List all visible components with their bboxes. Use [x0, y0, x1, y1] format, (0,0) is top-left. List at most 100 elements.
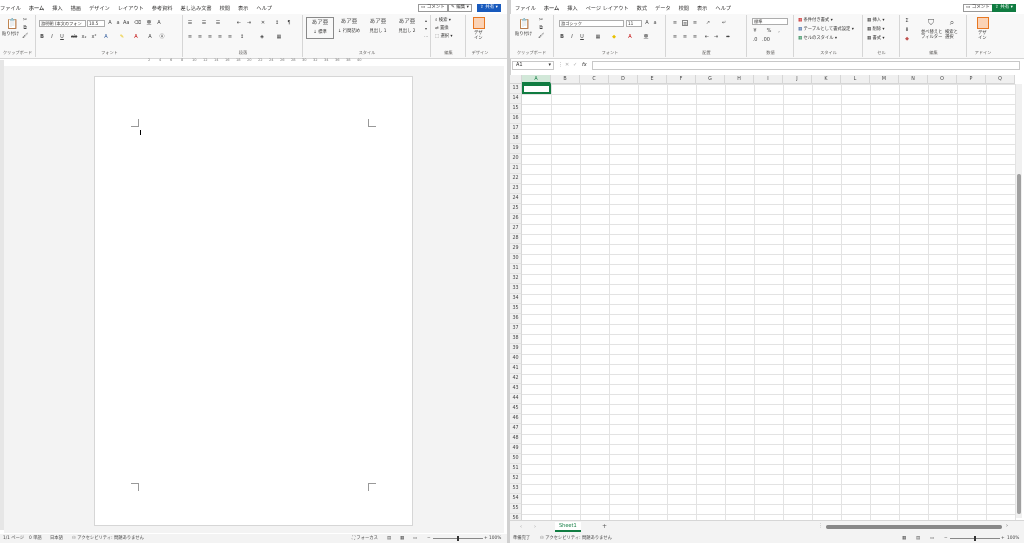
zoom-level[interactable]: 100%	[1007, 534, 1019, 543]
designer-button[interactable]: デザ イン	[474, 31, 483, 41]
align-left-icon[interactable]: ≡	[672, 34, 678, 40]
horizontal-scroll-thumb[interactable]	[826, 525, 1002, 529]
format-painter-icon[interactable]: 🖌	[538, 33, 544, 39]
subscript-icon[interactable]: x₂	[81, 34, 87, 40]
web-layout-icon[interactable]: ▭	[413, 534, 417, 543]
row-header[interactable]: 27	[510, 224, 522, 234]
character-shading-icon[interactable]: A	[147, 34, 153, 40]
row-header[interactable]: 33	[510, 284, 522, 294]
excel-share-button[interactable]: ⇪ 共有 ▾	[992, 4, 1016, 12]
column-header[interactable]: O	[928, 75, 957, 84]
row-header[interactable]: 36	[510, 314, 522, 324]
row-header[interactable]: 45	[510, 404, 522, 414]
row-header[interactable]: 32	[510, 274, 522, 284]
zoom-out-icon[interactable]: −	[427, 534, 431, 543]
row-header[interactable]: 19	[510, 144, 522, 154]
fill-color-icon[interactable]: ◆	[611, 34, 617, 40]
row-header[interactable]: 54	[510, 494, 522, 504]
row-header[interactable]: 35	[510, 304, 522, 314]
styles-scroll-up-icon[interactable]: ▴	[423, 18, 429, 24]
column-header[interactable]: J	[783, 75, 812, 84]
column-header[interactable]: G	[696, 75, 725, 84]
word-count[interactable]: 0 単語	[29, 534, 42, 543]
grow-font-icon[interactable]: A	[107, 20, 113, 26]
sheet-tab[interactable]: Sheet1	[555, 522, 581, 532]
numbering-icon[interactable]: ☰	[201, 20, 207, 26]
row-header[interactable]: 39	[510, 344, 522, 354]
column-header[interactable]: I	[754, 75, 783, 84]
highlight-icon[interactable]: ✎	[119, 34, 125, 40]
row-header[interactable]: 29	[510, 244, 522, 254]
row-header[interactable]: 30	[510, 254, 522, 264]
copy-icon[interactable]: ⧉	[538, 25, 544, 31]
row-header[interactable]: 14	[510, 94, 522, 104]
column-header[interactable]: B	[551, 75, 580, 84]
ribbon-tab[interactable]: デザイン	[89, 4, 110, 14]
column-header[interactable]: N	[899, 75, 928, 84]
ribbon-tab[interactable]: レイアウト	[118, 4, 144, 14]
row-header[interactable]: 20	[510, 154, 522, 164]
underline-icon[interactable]: U	[579, 34, 585, 40]
borders-icon[interactable]: ▦	[595, 34, 601, 40]
ribbon-tab[interactable]: 表示	[697, 4, 707, 14]
column-header[interactable]: L	[841, 75, 870, 84]
active-cell[interactable]	[522, 84, 551, 94]
decrease-indent-icon[interactable]: ⇤	[704, 34, 710, 40]
row-header[interactable]: 25	[510, 204, 522, 214]
formula-more-icon[interactable]: ⋮	[558, 61, 563, 70]
align-center-icon[interactable]: ≡	[682, 34, 688, 40]
row-header[interactable]: 21	[510, 164, 522, 174]
align-left-icon[interactable]: ≡	[187, 34, 193, 40]
ribbon-tab[interactable]: データ	[655, 4, 671, 14]
clear-icon[interactable]: ◆	[904, 36, 910, 42]
style-gallery-item[interactable]: あア亜 ↓ 行間詰め	[335, 17, 363, 39]
character-border-icon[interactable]: A	[156, 20, 162, 26]
row-header[interactable]: 13	[510, 84, 522, 94]
orientation-icon[interactable]: ↗	[705, 20, 711, 26]
italic-icon[interactable]: I	[569, 34, 575, 40]
borders-icon[interactable]: ▦	[276, 34, 282, 40]
accessibility-status[interactable]: ⚇ アクセシビリティ: 問題ありません	[540, 534, 612, 543]
scroll-right-icon[interactable]: ›	[1006, 523, 1008, 529]
cut-icon[interactable]: ✂	[22, 17, 28, 23]
sort-filter-icon[interactable]: ⛉	[926, 18, 936, 28]
clear-format-icon[interactable]: ⌫	[134, 20, 141, 26]
column-header[interactable]: D	[609, 75, 638, 84]
word-editing-mode-button[interactable]: ✎ 編集 ▾	[448, 4, 472, 12]
row-header[interactable]: 28	[510, 234, 522, 244]
row-header[interactable]: 15	[510, 104, 522, 114]
increase-indent-icon[interactable]: ⇥	[246, 20, 252, 26]
ribbon-tab[interactable]: 校閲	[220, 4, 230, 14]
column-header[interactable]: H	[725, 75, 754, 84]
ribbon-tab[interactable]: ファイル	[515, 4, 536, 14]
align-bottom-icon[interactable]: ≡	[692, 20, 698, 26]
multilevel-list-icon[interactable]: ☰	[215, 20, 221, 26]
row-header[interactable]: 44	[510, 394, 522, 404]
cut-icon[interactable]: ✂	[538, 17, 544, 23]
align-middle-icon[interactable]: ≡	[682, 20, 688, 27]
font-name-combo[interactable]: 游ゴシック	[559, 20, 624, 27]
row-header[interactable]: 24	[510, 194, 522, 204]
ribbon-tab[interactable]: 描画	[71, 4, 81, 14]
decrease-indent-icon[interactable]: ⇤	[236, 20, 242, 26]
percent-icon[interactable]: %	[766, 28, 772, 34]
find-select-icon[interactable]: ⌕	[947, 18, 957, 28]
column-header[interactable]: C	[580, 75, 609, 84]
ribbon-tab[interactable]: ヘルプ	[256, 4, 272, 14]
page-break-view-icon[interactable]: ▭	[930, 534, 934, 543]
font-size-combo[interactable]: 10.5	[87, 20, 105, 27]
change-case-icon[interactable]: Aa	[123, 20, 129, 26]
horizontal-ruler[interactable]: 2 4 6 8 10 12 14 16 18 20 22 24 26 28 30 32 34 36 38 40	[140, 58, 372, 64]
decrease-decimal-icon[interactable]: .00	[762, 37, 770, 43]
row-header[interactable]: 16	[510, 114, 522, 124]
row-header[interactable]: 55	[510, 504, 522, 514]
insert-cells-button[interactable]: ▦ 挿入 ▾	[867, 18, 885, 24]
comma-style-icon[interactable]: ,	[776, 28, 782, 34]
show-marks-icon[interactable]: ¶	[286, 20, 292, 26]
ribbon-tab[interactable]: 数式	[637, 4, 647, 14]
row-header[interactable]: 53	[510, 484, 522, 494]
enter-icon[interactable]: ✓	[573, 61, 577, 70]
shrink-font-icon[interactable]: a	[115, 20, 121, 26]
document-page[interactable]	[94, 76, 413, 526]
styles-more-icon[interactable]: ⋯	[423, 34, 429, 40]
